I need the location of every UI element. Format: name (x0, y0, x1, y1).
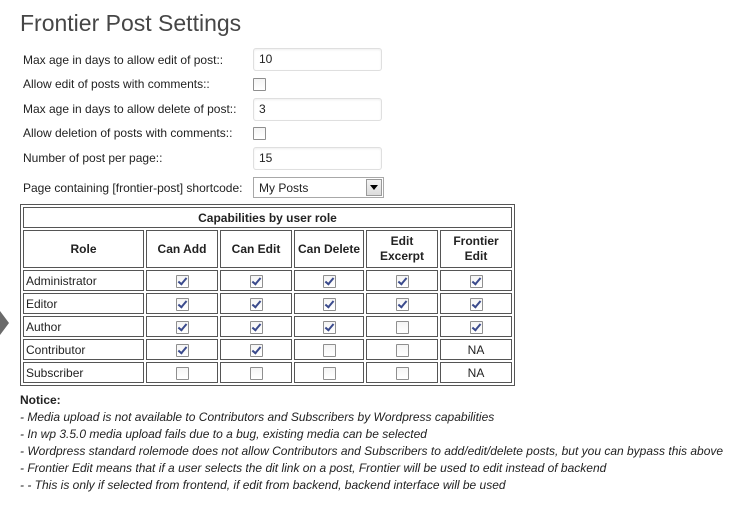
can-edit-checkbox[interactable] (249, 297, 263, 311)
table-row: Author (23, 316, 512, 337)
chevron-down-icon (370, 185, 378, 190)
can-add-cell (146, 339, 218, 360)
allow-edit-comments-checkbox[interactable] (253, 78, 266, 91)
shortcode-page-select[interactable]: My Posts (253, 177, 384, 198)
edit-excerpt-cell (366, 362, 438, 383)
notice-block: Notice: - Media upload is not available … (20, 392, 723, 494)
can-delete-cell (294, 270, 364, 291)
setting-row-shortcode-page: Page containing [frontier-post] shortcod… (23, 176, 253, 200)
edit-excerpt-cell (366, 270, 438, 291)
can-delete-checkbox[interactable] (322, 320, 336, 334)
header-can-delete: Can Delete (294, 230, 364, 268)
edit-excerpt-checkbox[interactable] (395, 366, 409, 380)
header-frontier-edit: Frontier Edit (440, 230, 512, 268)
max-age-edit-input[interactable]: 10 (253, 48, 382, 71)
page-title: Frontier Post Settings (20, 10, 242, 36)
header-role: Role (23, 230, 144, 268)
setting-row-allow-edit-comments: Allow edit of posts with comments:: (23, 72, 266, 96)
frontier-edit-cell (440, 316, 512, 337)
frontier-edit-cell (440, 293, 512, 314)
role-name: Author (23, 316, 144, 337)
can-edit-checkbox[interactable] (249, 274, 263, 288)
frontier-edit-na: NA (467, 365, 485, 380)
table-row: Subscriber NA (23, 362, 512, 383)
notice-line: - In wp 3.5.0 media upload fails due to … (20, 427, 427, 441)
posts-per-page-label: Number of post per page:: (23, 151, 163, 165)
header-can-edit: Can Edit (220, 230, 292, 268)
role-name: Subscriber (23, 362, 144, 383)
can-add-cell (146, 362, 218, 383)
can-delete-checkbox[interactable] (322, 274, 336, 288)
header-edit-excerpt: Edit Excerpt (366, 230, 438, 268)
capabilities-table: Capabilities by user role Role Can Add C… (20, 204, 515, 386)
allow-delete-comments-label: Allow deletion of posts with comments:: (23, 126, 233, 140)
can-add-checkbox[interactable] (175, 343, 189, 357)
setting-row-max-age-edit: Max age in days to allow edit of post:: (23, 48, 253, 72)
can-add-cell (146, 316, 218, 337)
shortcode-page-selected: My Posts (259, 181, 309, 195)
table-row: Contributor NA (23, 339, 512, 360)
shortcode-page-label: Page containing [frontier-post] shortcod… (23, 181, 243, 195)
collapse-arrow-icon[interactable] (0, 311, 9, 335)
can-edit-cell (220, 293, 292, 314)
frontier-edit-cell: NA (440, 339, 512, 360)
edit-excerpt-checkbox[interactable] (395, 297, 409, 311)
can-add-checkbox[interactable] (175, 366, 189, 380)
header-can-add: Can Add (146, 230, 218, 268)
can-edit-cell (220, 362, 292, 383)
notice-line: - Wordpress standard rolemode does not a… (20, 444, 724, 458)
edit-excerpt-cell (366, 293, 438, 314)
max-age-edit-label: Max age in days to allow edit of post:: (23, 53, 224, 67)
max-age-delete-label: Max age in days to allow delete of post:… (23, 102, 237, 116)
frontier-edit-na: NA (467, 342, 485, 357)
dropdown-button[interactable] (366, 179, 382, 196)
can-delete-checkbox[interactable] (322, 343, 336, 357)
max-age-delete-input[interactable]: 3 (253, 98, 382, 121)
can-edit-checkbox[interactable] (249, 366, 263, 380)
can-add-cell (146, 270, 218, 291)
edit-excerpt-cell (366, 316, 438, 337)
table-row: Administrator (23, 270, 512, 291)
can-delete-checkbox[interactable] (322, 297, 336, 311)
role-name: Editor (23, 293, 144, 314)
can-edit-cell (220, 316, 292, 337)
allow-delete-comments-checkbox[interactable] (253, 127, 266, 140)
can-edit-cell (220, 339, 292, 360)
posts-per-page-input[interactable]: 15 (253, 147, 382, 170)
edit-excerpt-cell (366, 339, 438, 360)
can-add-cell (146, 293, 218, 314)
frontier-edit-cell (440, 270, 512, 291)
setting-row-max-age-delete: Max age in days to allow delete of post:… (23, 97, 253, 121)
setting-row-allow-delete-comments: Allow deletion of posts with comments:: (23, 121, 266, 145)
can-delete-checkbox[interactable] (322, 366, 336, 380)
capabilities-caption: Capabilities by user role (23, 207, 512, 228)
frontier-edit-cell: NA (440, 362, 512, 383)
can-delete-cell (294, 293, 364, 314)
can-delete-cell (294, 362, 364, 383)
notice-line: - Media upload is not available to Contr… (20, 410, 495, 424)
edit-excerpt-checkbox[interactable] (395, 343, 409, 357)
edit-excerpt-checkbox[interactable] (395, 274, 409, 288)
can-edit-cell (220, 270, 292, 291)
frontier-edit-checkbox[interactable] (469, 320, 483, 334)
notice-line: - Frontier Edit means that if a user sel… (20, 461, 607, 475)
role-name: Administrator (23, 270, 144, 291)
frontier-edit-checkbox[interactable] (469, 297, 483, 311)
can-delete-cell (294, 339, 364, 360)
can-add-checkbox[interactable] (175, 274, 189, 288)
can-edit-checkbox[interactable] (249, 343, 263, 357)
setting-row-posts-per-page: Number of post per page:: (23, 146, 253, 170)
notice-line: - - This is only if selected from fronte… (20, 478, 506, 492)
role-name: Contributor (23, 339, 144, 360)
table-row: Editor (23, 293, 512, 314)
allow-edit-comments-label: Allow edit of posts with comments:: (23, 77, 210, 91)
can-delete-cell (294, 316, 364, 337)
can-add-checkbox[interactable] (175, 320, 189, 334)
notice-title: Notice: (20, 393, 61, 407)
edit-excerpt-checkbox[interactable] (395, 320, 409, 334)
can-edit-checkbox[interactable] (249, 320, 263, 334)
frontier-edit-checkbox[interactable] (469, 274, 483, 288)
can-add-checkbox[interactable] (175, 297, 189, 311)
